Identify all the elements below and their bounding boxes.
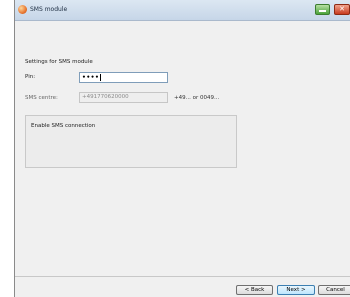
sms-centre-label: SMS centre:	[25, 95, 58, 101]
minimize-button[interactable]	[315, 4, 330, 15]
title-bar[interactable]: SMS module ✕	[15, 0, 350, 21]
text-caret	[100, 74, 102, 81]
back-button[interactable]: < Back	[236, 285, 273, 295]
window-title: SMS module	[30, 6, 68, 13]
sms-centre-hint: +49... or 0049...	[174, 95, 220, 101]
pin-label: Pin:	[25, 74, 36, 80]
settings-heading: Settings for SMS module	[25, 59, 93, 65]
sms-centre-field: +491770620000	[79, 92, 168, 103]
app-icon	[18, 5, 27, 14]
footer-separator	[15, 276, 350, 277]
cancel-button[interactable]: Cancel	[318, 285, 350, 295]
sms-module-window: SMS module ✕ Settings for SMS module Pin…	[14, 0, 350, 297]
pin-value: ••••	[82, 74, 100, 81]
enable-sms-group: Enable SMS connection	[25, 115, 237, 168]
close-button[interactable]: ✕	[334, 4, 350, 15]
next-button[interactable]: Next >	[277, 285, 315, 295]
close-icon: ✕	[339, 5, 345, 13]
enable-sms-label: Enable SMS connection	[31, 123, 96, 129]
minimize-icon	[319, 10, 326, 12]
pin-field[interactable]: ••••	[79, 72, 168, 83]
sms-centre-value: +491770620000	[82, 94, 129, 100]
